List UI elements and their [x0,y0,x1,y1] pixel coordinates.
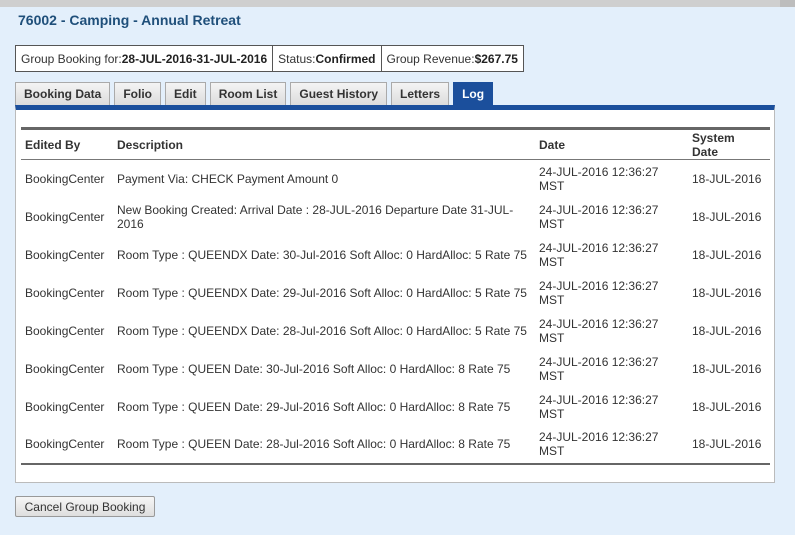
log-cell-edited-by: BookingCenter [25,323,105,338]
status-cell: Status: Confirmed [273,46,382,71]
group-summary-bar: Group Booking for: 28-JUL-2016-31-JUL-201… [15,45,524,72]
log-cell-edited-by: BookingCenter [25,399,105,414]
log-cell-system-date: 18-JUL-2016 [692,247,762,262]
log-cell-system-date: 18-JUL-2016 [692,361,762,376]
log-row: BookingCenter Room Type : QUEENDX Date: 3… [21,236,770,274]
log-cell-system-date: 18-JUL-2016 [692,285,762,300]
tab-edit[interactable]: Edit [165,82,206,105]
log-cell-system-date: 18-JUL-2016 [692,171,762,186]
cancel-group-booking-button[interactable]: Cancel Group Booking [15,496,155,517]
log-header-row: Edited By Description Date System Date [21,128,770,160]
tab-booking-data[interactable]: Booking Data [15,82,111,105]
system-date-header-line2: Date [692,144,719,159]
scrollbar-corner [780,0,795,7]
log-cell-edited-by: BookingCenter [25,361,105,376]
log-cell-system-date: 18-JUL-2016 [692,323,762,338]
log-row: BookingCenter Room Type : QUEEN Date: 28-… [21,426,770,464]
log-cell-system-date: 18-JUL-2016 [692,437,762,451]
log-cell-description: Payment Via: CHECK Payment Amount 0 [117,171,339,186]
log-cell-edited-by: BookingCenter [25,171,105,186]
log-cell-description: Room Type : QUEEN Date: 28-Jul-2016 Soft… [117,437,511,451]
system-date-header-line1: System [692,130,735,145]
log-row: BookingCenter Room Type : QUEEN Date: 29-… [21,388,770,426]
log-cell-date: 24-JUL-2016 12:36:27 MST [539,164,659,193]
booking-dates-label: Group Booking for: [21,51,122,66]
log-cell-description: Room Type : QUEENDX Date: 28-Jul-2016 So… [117,323,527,338]
log-cell-edited-by: BookingCenter [25,285,105,300]
tab-folio[interactable]: Folio [114,82,162,105]
log-cell-description: Room Type : QUEEN Date: 29-Jul-2016 Soft… [117,399,511,414]
log-cell-system-date: 18-JUL-2016 [692,399,762,414]
booking-dates-cell: Group Booking for: 28-JUL-2016-31-JUL-201… [16,46,274,71]
log-cell-date: 24-JUL-2016 12:36:27 MST [539,354,659,383]
log-cell-system-date: 18-JUL-2016 [692,209,762,224]
log-row: BookingCenter Payment Via: CHECK Payment … [21,160,770,198]
tab-log[interactable]: Log [453,82,494,105]
col-header-edited-by: Edited By [21,128,113,160]
revenue-cell: Group Revenue: $267.75 [382,46,523,71]
log-row: BookingCenter Room Type : QUEEN Date: 30-… [21,350,770,388]
log-cell-edited-by: BookingCenter [25,247,105,262]
log-cell-date: 24-JUL-2016 12:36:27 MST [539,240,659,269]
log-cell-description: Room Type : QUEENDX Date: 29-Jul-2016 So… [117,285,527,300]
log-row: BookingCenter Room Type : QUEENDX Date: 2… [21,312,770,350]
log-cell-date: 24-JUL-2016 12:36:27 MST [539,316,659,345]
col-header-system-date: System Date [688,128,770,160]
log-row: BookingCenter Room Type : QUEENDX Date: 2… [21,274,770,312]
status-value: Confirmed [315,51,376,66]
booking-dates-value: 28-JUL-2016-31-JUL-2016 [121,51,268,66]
revenue-label: Group Revenue: [386,51,475,66]
log-cell-description: Room Type : QUEENDX Date: 30-Jul-2016 So… [117,247,527,262]
status-label: Status: [278,51,316,66]
log-panel: Edited By Description Date System Date Bo… [15,105,775,483]
tab-letters[interactable]: Letters [391,82,450,105]
window-top-bar [0,0,795,7]
log-cell-description: New Booking Created: Arrival Date : 28-J… [117,202,514,231]
col-header-description: Description [113,128,535,160]
log-cell-date: 24-JUL-2016 12:36:27 MST [539,430,659,458]
log-row: BookingCenter New Booking Created: Arriva… [21,198,770,236]
log-body: BookingCenter Payment Via: CHECK Payment … [21,160,770,464]
log-cell-date: 24-JUL-2016 12:36:27 MST [539,202,659,231]
tab-bar: Booking Data Folio Edit Room List Guest … [15,82,497,105]
tab-room-list[interactable]: Room List [209,82,287,105]
log-cell-edited-by: BookingCenter [25,437,105,451]
page-title: 76002 - Camping - Annual Retreat [18,12,241,28]
log-table: Edited By Description Date System Date Bo… [21,127,770,465]
log-cell-date: 24-JUL-2016 12:36:27 MST [539,392,659,421]
log-cell-edited-by: BookingCenter [25,209,105,224]
tab-guest-history[interactable]: Guest History [290,82,388,105]
log-cell-date: 24-JUL-2016 12:36:27 MST [539,278,659,307]
log-cell-description: Room Type : QUEEN Date: 30-Jul-2016 Soft… [117,361,511,376]
col-header-date: Date [535,128,688,160]
revenue-value: $267.75 [474,51,518,66]
